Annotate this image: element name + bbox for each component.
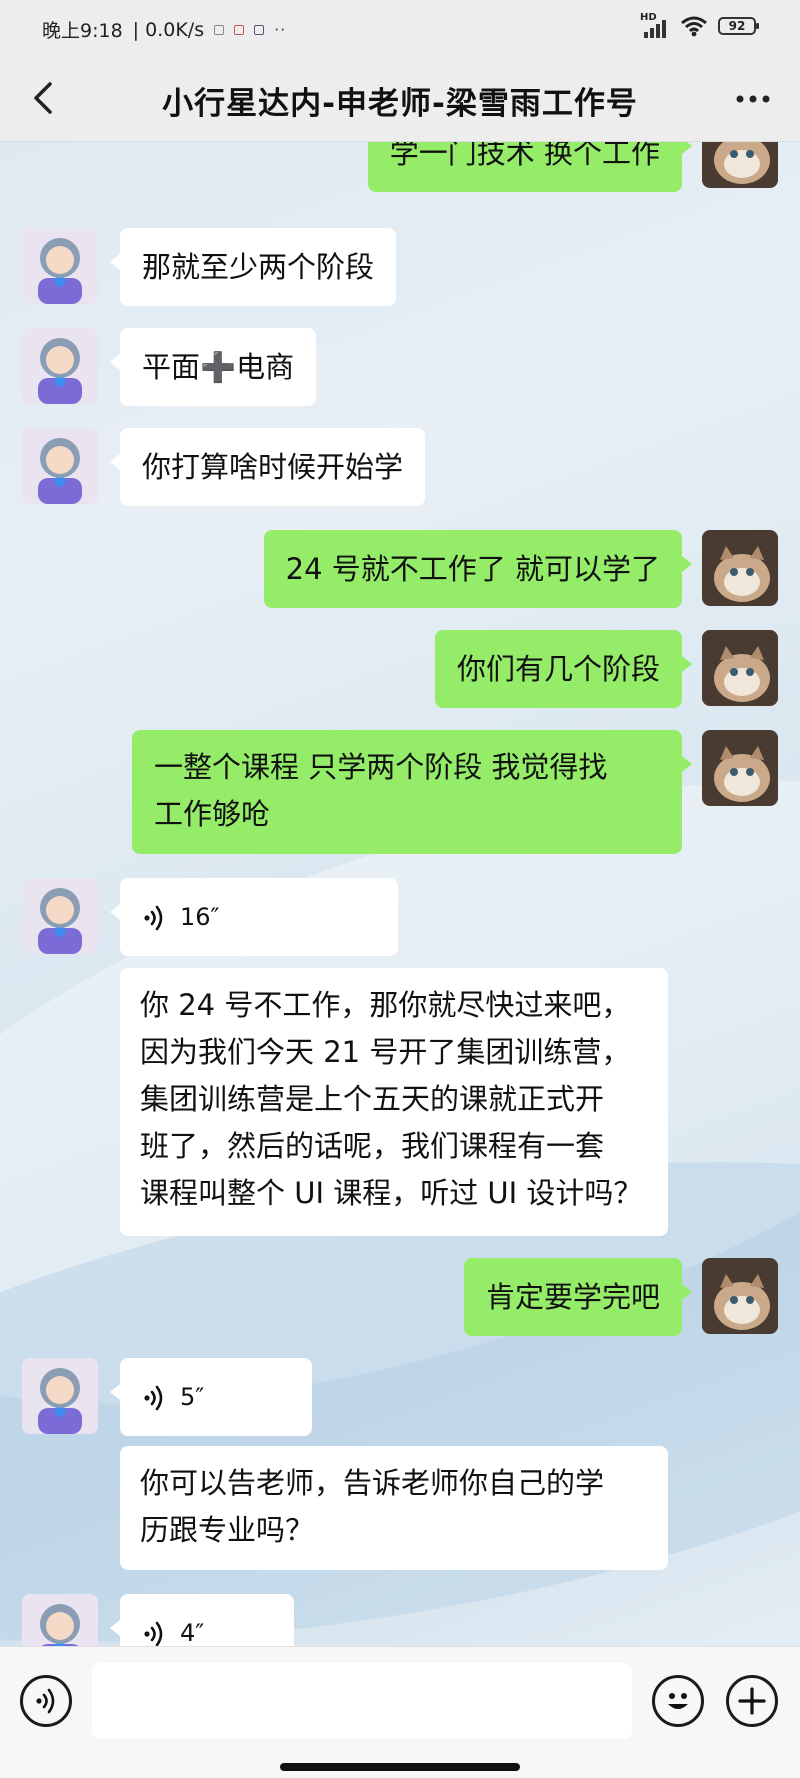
message-outgoing: 你们有几个阶段 — [0, 630, 800, 710]
message-line: 课程叫整个 UI 课程，听过 UI 设计吗？ — [140, 1176, 643, 1210]
emoji-button[interactable] — [652, 1675, 704, 1727]
message-bubble[interactable]: 你打算啥时候开始学 — [109, 428, 426, 506]
message-incoming: 平面➕电商 — [0, 328, 800, 408]
message-incoming: 你 24 号不工作，那你就尽快过来吧， 因为我们今天 21 号开了集团训练营， … — [0, 968, 800, 1238]
message-text: 你打算啥时候开始学 — [142, 450, 404, 484]
message-line: 因为我们今天 21 号开了集团训练营， — [140, 1035, 631, 1069]
wifi-icon — [681, 16, 707, 37]
my-avatar[interactable] — [702, 1258, 778, 1334]
cat-avatar-icon — [702, 730, 778, 806]
contact-avatar[interactable] — [22, 878, 98, 954]
status-bar: 晚上9:18 | 0.0K/s ·· HD 92 — [0, 0, 800, 58]
voice-duration: 16″ — [180, 903, 220, 931]
message-bubble[interactable]: 平面➕电商 — [109, 328, 317, 406]
message-input[interactable] — [92, 1663, 632, 1739]
child-avatar-icon — [22, 228, 98, 304]
contact-avatar[interactable] — [22, 328, 98, 404]
my-avatar[interactable] — [702, 142, 778, 188]
child-avatar-icon — [22, 878, 98, 954]
plus-icon — [738, 1687, 766, 1715]
message-incoming: 5″ — [0, 1358, 800, 1438]
contact-avatar[interactable] — [22, 228, 98, 304]
status-time: 晚上9:18 — [42, 20, 123, 42]
contact-avatar[interactable] — [22, 1358, 98, 1434]
message-outgoing: 一整个课程 只学两个阶段 我觉得找 工作够呛 — [0, 730, 800, 856]
message-incoming: 4″ — [0, 1594, 800, 1646]
home-indicator[interactable] — [280, 1763, 520, 1771]
message-outgoing: 24 号就不工作了 就可以学了 — [0, 530, 800, 610]
voice-duration: 5″ — [180, 1383, 205, 1411]
child-avatar-icon — [22, 1358, 98, 1434]
message-text: 24 号就不工作了 就可以学了 — [285, 552, 660, 586]
battery-indicator: 92 — [718, 17, 759, 35]
message-text: 那就至少两个阶段 — [142, 250, 375, 284]
message-bubble[interactable]: 一整个课程 只学两个阶段 我觉得找 工作够呛 — [132, 730, 692, 854]
status-right: HD 92 — [640, 12, 759, 38]
cat-avatar-icon — [702, 142, 778, 188]
voice-message-bubble[interactable]: 5″ — [110, 1358, 312, 1436]
message-bubble[interactable]: 学一门技术 换个工作 — [367, 142, 693, 192]
message-notification-icon — [254, 24, 265, 35]
message-text: 你们有几个阶段 — [456, 652, 660, 686]
message-bubble[interactable]: 你 24 号不工作，那你就尽快过来吧， 因为我们今天 21 号开了集团训练营， … — [120, 968, 668, 1236]
message-bubble[interactable]: 24 号就不工作了 就可以学了 — [263, 530, 693, 608]
message-line: 你可以告老师，告诉老师你自己的学 — [140, 1466, 605, 1500]
title-bar: 小行星达内-申老师-梁雪雨工作号 — [0, 58, 800, 142]
my-avatar[interactable] — [702, 730, 778, 806]
voice-mode-button[interactable] — [20, 1675, 72, 1727]
voice-icon — [36, 1688, 55, 1714]
status-left: 晚上9:18 | 0.0K/s ·· — [42, 16, 286, 43]
notification-icon — [214, 24, 225, 35]
message-line: 工作够呛 — [154, 797, 271, 831]
my-avatar[interactable] — [702, 530, 778, 606]
message-line: 班了，然后的话呢，我们课程有一套 — [140, 1129, 605, 1163]
message-outgoing: 学一门技术 换个工作 — [0, 142, 800, 192]
message-text: 肯定要学完吧 — [485, 1280, 660, 1314]
message-incoming: 那就至少两个阶段 — [0, 228, 800, 308]
voice-wave-icon — [144, 1621, 163, 1646]
contact-avatar[interactable] — [22, 428, 98, 504]
cat-avatar-icon — [702, 1258, 778, 1334]
voice-message-bubble[interactable]: 4″ — [110, 1594, 294, 1646]
cat-avatar-icon — [702, 630, 778, 706]
voice-duration: 4″ — [180, 1619, 205, 1646]
message-line: 历跟专业吗？ — [140, 1513, 315, 1547]
page-title: 小行星达内-申老师-梁雪雨工作号 — [162, 86, 638, 122]
message-bubble[interactable]: 你可以告老师，告诉老师你自己的学 历跟专业吗？ — [120, 1446, 668, 1570]
message-text: 学一门技术 换个工作 — [389, 142, 660, 170]
child-avatar-icon — [22, 428, 98, 504]
emoji-icon — [668, 1693, 688, 1709]
message-incoming: 你可以告老师，告诉老师你自己的学 历跟专业吗？ — [0, 1446, 800, 1572]
child-avatar-icon — [22, 1594, 98, 1646]
more-actions-button[interactable] — [726, 1675, 778, 1727]
message-line: 一整个课程 只学两个阶段 我觉得找 — [154, 750, 608, 784]
message-line: 集团训练营是上个五天的课就正式开 — [140, 1082, 605, 1116]
message-bubble[interactable]: 那就至少两个阶段 — [109, 228, 397, 306]
message-bubble[interactable]: 你们有几个阶段 — [434, 630, 693, 708]
input-bar — [0, 1646, 800, 1778]
more-icon — [736, 95, 770, 103]
message-line: 你 24 号不工作，那你就尽快过来吧， — [140, 988, 631, 1022]
more-notifications-icon: ·· — [274, 20, 287, 39]
network-speed: | 0.0K/s — [132, 18, 205, 41]
cat-avatar-icon — [702, 530, 778, 606]
my-avatar[interactable] — [702, 630, 778, 706]
voice-wave-icon — [144, 1385, 163, 1410]
child-avatar-icon — [22, 328, 98, 404]
message-incoming: 16″ — [0, 878, 800, 958]
message-incoming: 你打算啥时候开始学 — [0, 428, 800, 508]
chat-area[interactable]: 学一门技术 换个工作 那就至少两个阶段 平面➕电商 你打算啥时候开始学 24 号… — [0, 142, 800, 1646]
voice-message-bubble[interactable]: 16″ — [110, 878, 398, 956]
contact-avatar[interactable] — [22, 1594, 98, 1646]
more-button[interactable] — [728, 84, 778, 114]
signal-icon: HD — [640, 12, 670, 38]
message-text: 平面➕电商 — [142, 350, 295, 384]
voice-wave-icon — [144, 905, 163, 930]
app-notification-icon — [234, 24, 245, 35]
message-outgoing: 肯定要学完吧 — [0, 1258, 800, 1338]
message-bubble[interactable]: 肯定要学完吧 — [463, 1258, 693, 1336]
